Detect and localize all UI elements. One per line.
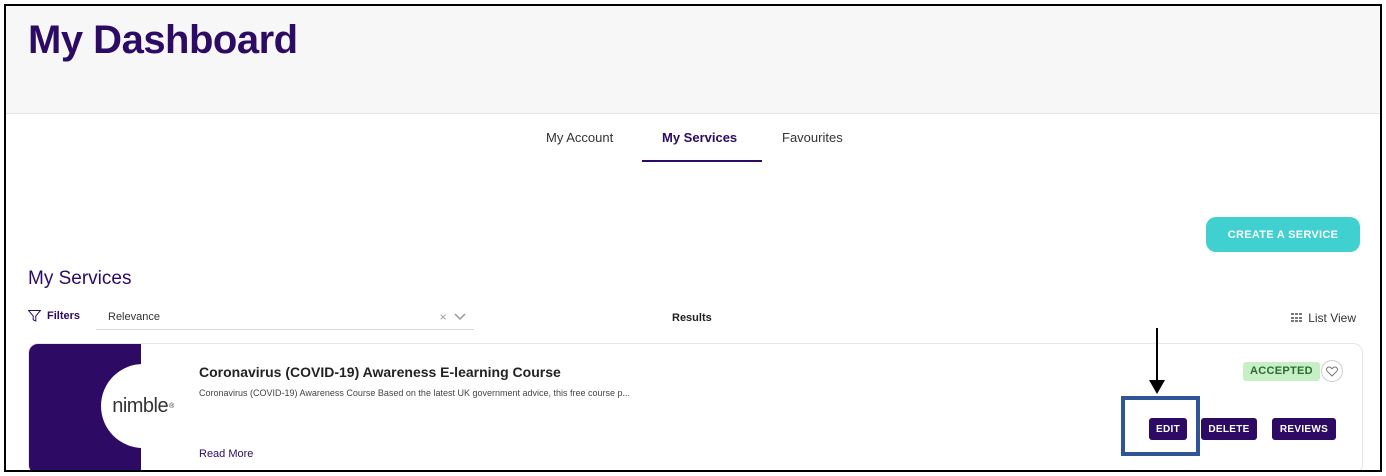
sort-select[interactable]: Relevance × bbox=[96, 304, 474, 330]
dashboard-tabs: My Account My Services Favourites bbox=[6, 116, 1380, 164]
list-view-label: List View bbox=[1308, 311, 1356, 325]
heart-icon bbox=[1326, 365, 1338, 377]
sort-controls: × bbox=[440, 304, 466, 330]
create-service-button[interactable]: CREATE A SERVICE bbox=[1206, 217, 1360, 252]
annotation-arrowhead bbox=[1149, 380, 1165, 394]
section-title: My Services bbox=[28, 268, 132, 289]
tab-favourites[interactable]: Favourites bbox=[782, 130, 843, 145]
clear-icon[interactable]: × bbox=[440, 310, 447, 324]
filter-icon bbox=[28, 310, 41, 322]
status-badge: ACCEPTED bbox=[1243, 362, 1320, 381]
tab-my-account[interactable]: My Account bbox=[546, 130, 613, 145]
favourite-button[interactable] bbox=[1321, 360, 1343, 382]
page-header: My Dashboard bbox=[6, 6, 1380, 114]
filters-label: Filters bbox=[47, 310, 81, 322]
nimble-logo: nimble ® bbox=[101, 364, 185, 448]
annotation-arrow bbox=[1156, 328, 1158, 382]
results-label: Results bbox=[672, 312, 712, 324]
sort-value: Relevance bbox=[108, 311, 160, 323]
read-more-link[interactable]: Read More bbox=[199, 448, 253, 460]
filters-button[interactable]: Filters bbox=[28, 310, 80, 322]
annotation-highlight-box bbox=[1121, 396, 1200, 456]
grid-icon bbox=[1291, 313, 1303, 323]
chevron-down-icon[interactable] bbox=[454, 313, 466, 321]
dashboard-frame: My Dashboard My Account My Services Favo… bbox=[4, 4, 1382, 472]
reviews-button[interactable]: REVIEWS bbox=[1272, 418, 1336, 440]
list-view-toggle[interactable]: List View bbox=[1291, 311, 1356, 325]
delete-button[interactable]: DELETE bbox=[1201, 418, 1257, 440]
tab-my-services[interactable]: My Services bbox=[662, 130, 737, 145]
active-tab-indicator bbox=[642, 160, 762, 162]
service-title[interactable]: Coronavirus (COVID-19) Awareness E-learn… bbox=[199, 364, 561, 380]
service-description: Coronavirus (COVID-19) Awareness Course … bbox=[199, 388, 631, 398]
page-title: My Dashboard bbox=[28, 18, 298, 62]
